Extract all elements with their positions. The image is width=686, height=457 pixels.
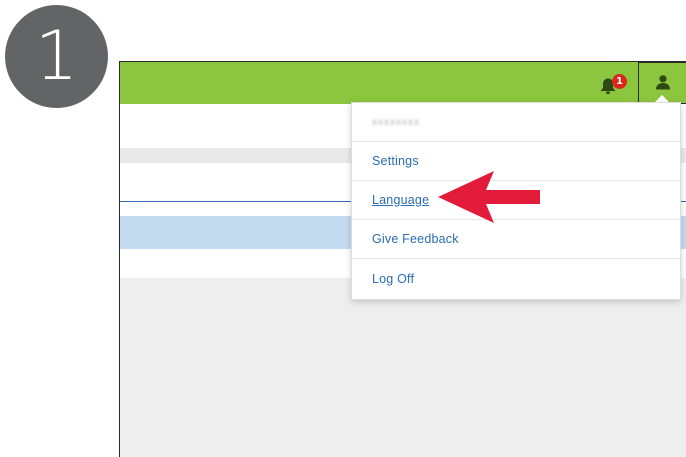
notification-count-badge: 1 [612,74,627,89]
menu-item-give-feedback[interactable]: Give Feedback [352,220,680,259]
notifications-button[interactable]: 1 [598,71,627,97]
username-text: xxxxxxxx [372,116,420,128]
arrow-left-icon [438,171,540,223]
step-number-badge: 1 [5,5,108,108]
menu-item-label: Give Feedback [372,232,459,246]
menu-item-label: Log Off [372,271,415,286]
dropdown-username: xxxxxxxx [352,103,680,142]
user-icon [656,75,670,90]
menu-item-log-off[interactable]: Log Off [352,259,680,298]
menu-item-label: Settings [372,154,419,168]
step-number: 1 [34,16,79,96]
top-navigation-bar: 1 [120,61,686,104]
menu-item-label: Language [372,193,430,207]
